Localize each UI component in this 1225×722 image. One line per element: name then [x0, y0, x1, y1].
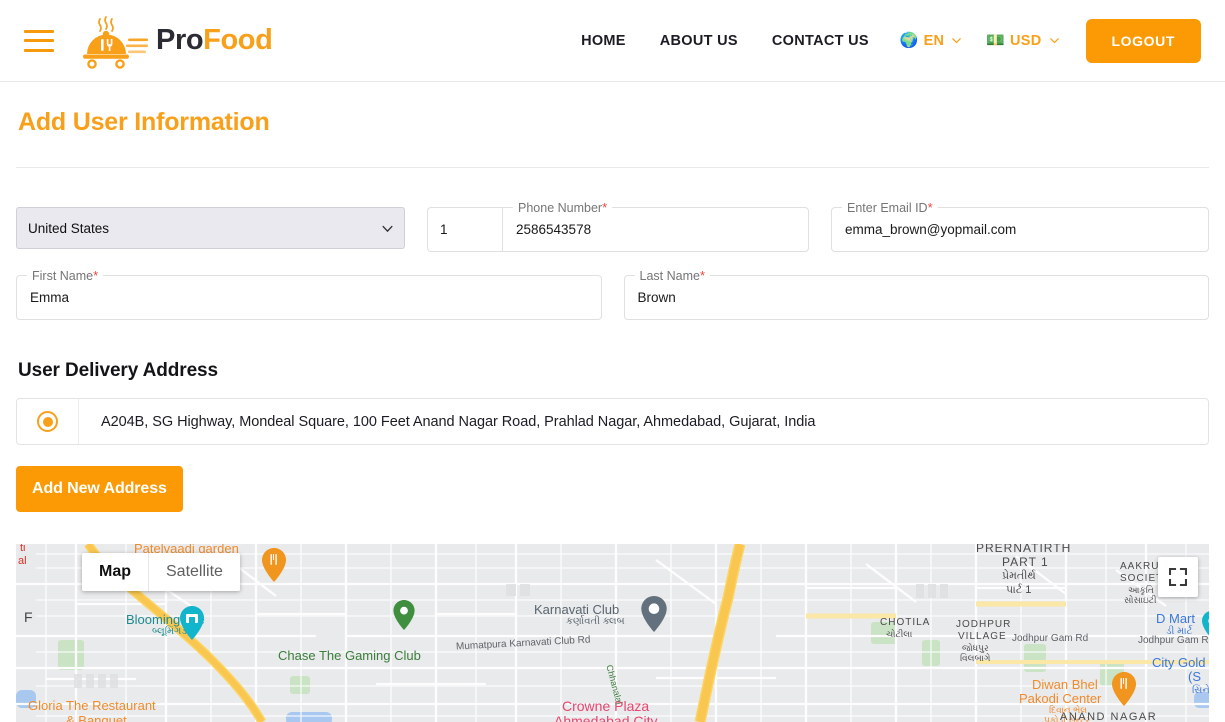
- money-icon: 💵: [986, 32, 1005, 49]
- google-map[interactable]: Patelvaadi garden પટેલવાડી ગાર્ડન રેસ્ટો…: [16, 544, 1209, 722]
- logout-button[interactable]: LOGOUT: [1085, 18, 1201, 63]
- chevron-down-icon: [951, 35, 962, 46]
- last-name-input[interactable]: [624, 276, 1208, 319]
- phone-number-label-text: Phone Number: [518, 201, 603, 215]
- main-navigation: HOME ABOUT US CONTACT US 🌍 EN 💵 USD LOGO…: [564, 18, 1201, 63]
- address-radio[interactable]: [17, 399, 79, 444]
- phone-country-code-input[interactable]: [427, 207, 502, 252]
- form-row-contact: United States Phone Number* Enter Email …: [16, 200, 1209, 252]
- radio-outer-ring: [37, 411, 58, 432]
- last-name-label-text: Last Name: [639, 269, 700, 283]
- map-type-map-button[interactable]: Map: [82, 553, 148, 591]
- nav-link-contact-us[interactable]: CONTACT US: [755, 33, 886, 49]
- fullscreen-icon: [1169, 568, 1187, 586]
- hamburger-bar: [24, 39, 54, 42]
- currency-selector[interactable]: 💵 USD: [972, 33, 1069, 49]
- site-header: ProFood HOME ABOUT US CONTACT US 🌍 EN 💵 …: [0, 0, 1225, 82]
- email-label: Enter Email ID*: [842, 200, 938, 216]
- first-name-field: First Name*: [16, 268, 602, 320]
- page-title: Add User Information: [18, 108, 270, 136]
- last-name-field: Last Name*: [623, 268, 1209, 320]
- required-asterisk: *: [927, 200, 933, 215]
- phone-group: Phone Number*: [427, 200, 809, 252]
- map-type-satellite-button[interactable]: Satellite: [148, 553, 240, 591]
- first-name-label: First Name*: [27, 268, 104, 284]
- nav-link-home[interactable]: HOME: [564, 33, 643, 49]
- add-new-address-button[interactable]: Add New Address: [16, 466, 183, 512]
- chevron-down-icon: [1049, 35, 1060, 46]
- address-text: A204B, SG Highway, Mondeal Square, 100 F…: [101, 413, 816, 430]
- profood-logo-icon: [83, 15, 148, 69]
- required-asterisk: *: [699, 268, 706, 283]
- fullscreen-button[interactable]: [1158, 557, 1198, 597]
- globe-icon: 🌍: [899, 32, 919, 49]
- email-field: Enter Email ID*: [831, 200, 1209, 252]
- title-divider: [16, 167, 1209, 168]
- hamburger-bar: [24, 29, 54, 33]
- country-select[interactable]: United States: [16, 207, 405, 249]
- country-select-wrapper: United States: [16, 207, 405, 249]
- delivery-address-title: User Delivery Address: [18, 360, 218, 381]
- brand-logo-link[interactable]: ProFood: [76, 13, 273, 69]
- brand-name: ProFood: [156, 24, 273, 56]
- currency-code: USD: [1010, 32, 1042, 49]
- form-row-name: First Name* Last Name*: [16, 268, 1209, 320]
- language-code: EN: [923, 32, 945, 49]
- phone-number-label: Phone Number*: [513, 200, 613, 216]
- map-type-control: Map Satellite: [82, 553, 240, 591]
- brand-name-food: Food: [203, 24, 273, 56]
- nav-link-about-us[interactable]: ABOUT US: [643, 33, 755, 49]
- address-option-row[interactable]: A204B, SG Highway, Mondeal Square, 100 F…: [16, 398, 1209, 445]
- first-name-input[interactable]: [17, 276, 601, 319]
- required-asterisk: *: [93, 268, 99, 283]
- radio-inner-dot: [42, 416, 53, 427]
- email-label-text: Enter Email ID: [847, 201, 928, 215]
- hamburger-menu-icon[interactable]: [24, 29, 54, 52]
- first-name-label-text: First Name: [32, 269, 94, 283]
- required-asterisk: *: [602, 200, 608, 215]
- page-content: Add User Information United States Phone…: [0, 108, 1225, 512]
- hamburger-bar: [24, 48, 54, 52]
- brand-name-pro: Pro: [156, 24, 204, 56]
- last-name-label: Last Name*: [634, 268, 711, 284]
- phone-number-field: Phone Number*: [502, 200, 809, 252]
- language-selector[interactable]: 🌍 EN: [886, 33, 972, 49]
